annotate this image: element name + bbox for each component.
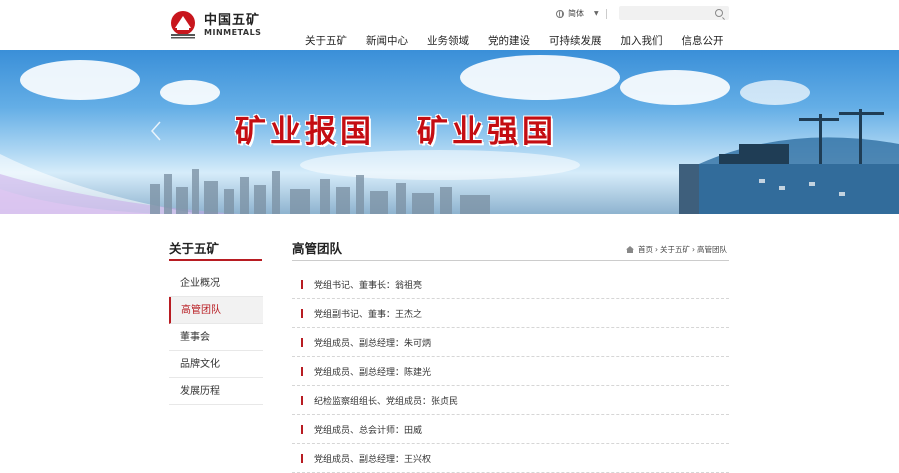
language-label: 简体 (568, 9, 584, 18)
nav-careers[interactable]: 加入我们 (621, 33, 663, 48)
executive-title: 党组成员、总会计师：田威 (314, 425, 423, 436)
list-bullet (301, 308, 303, 318)
list-bullet (301, 279, 303, 289)
executive-title: 党组成员、副总经理：王兴权 (314, 454, 432, 465)
executive-title: 党组副书记、董事：王杰之 (314, 309, 423, 320)
hero-banner: 矿业报国 矿业强国 (0, 50, 899, 214)
list-bullet (301, 424, 303, 434)
breadcrumb-current: 高管团队 (697, 245, 727, 254)
sidebar-item-brand-culture[interactable]: 品牌文化 (169, 351, 263, 378)
chevron-down-icon: ▼ (594, 10, 599, 17)
header-divider (606, 9, 607, 19)
globe-icon (556, 9, 564, 18)
sidebar-item-board[interactable]: 董事会 (169, 324, 263, 351)
breadcrumb: 首页 › 关于五矿 › 高管团队 (626, 244, 727, 255)
slogan-left: 矿业报国 (235, 114, 375, 150)
sidebar-item-executive-team[interactable]: 高管团队 (169, 297, 263, 324)
list-bullet (301, 453, 303, 463)
list-item[interactable]: 党组成员、副总经理：王兴权 (292, 444, 729, 473)
list-item[interactable]: 纪检监察组组长、党组成员：张贞民 (292, 386, 729, 415)
list-bullet (301, 366, 303, 376)
list-item[interactable]: 党组成员、总会计师：田威 (292, 415, 729, 444)
breadcrumb-home[interactable]: 首页 (638, 244, 653, 255)
list-item[interactable]: 党组副书记、董事：王杰之 (292, 299, 729, 328)
list-item[interactable]: 党组成员、副总经理：朱可炳 (292, 328, 729, 357)
logo-chinese-text: 中国五矿 (204, 12, 261, 28)
sidebar-item-history[interactable]: 发展历程 (169, 378, 263, 405)
banner-port-scene (679, 109, 899, 214)
main-nav: 关于五矿 新闻中心 业务领域 党的建设 可持续发展 加入我们 信息公开 (305, 33, 724, 48)
nav-business[interactable]: 业务领域 (427, 33, 469, 48)
site-header: 中国五矿 MINMETALS 简体 ▼ 关于五矿 新闻中心 业务领域 党的建设 … (0, 0, 899, 50)
list-bullet (301, 337, 303, 347)
list-bullet (301, 395, 303, 405)
minmetals-logo[interactable]: 中国五矿 MINMETALS (168, 10, 261, 40)
executive-list: 党组书记、董事长：翁祖亮 党组副书记、董事：王杰之 党组成员、副总经理：朱可炳 … (292, 270, 729, 473)
slogan-right: 矿业强国 (417, 114, 557, 150)
banner-cloud (20, 60, 140, 100)
sidebar-title-underline (169, 259, 262, 261)
breadcrumb-separator: › (655, 245, 658, 254)
search-input[interactable] (619, 11, 717, 26)
banner-cloud (620, 70, 730, 105)
banner-cloud (160, 80, 220, 105)
nav-news[interactable]: 新闻中心 (366, 33, 408, 48)
minmetals-emblem-icon (171, 11, 195, 39)
logo-english-text: MINMETALS (204, 27, 262, 37)
nav-about[interactable]: 关于五矿 (305, 33, 347, 48)
nav-disclosure[interactable]: 信息公开 (682, 33, 724, 48)
sidebar-menu: 企业概况 高管团队 董事会 品牌文化 发展历程 (169, 270, 263, 405)
sidebar-title: 关于五矿 (169, 241, 220, 256)
executive-title: 党组成员、副总经理：陈建光 (314, 367, 432, 378)
executive-title: 党组书记、董事长：翁祖亮 (314, 280, 423, 291)
executive-title: 纪检监察组组长、党组成员：张贞民 (314, 396, 459, 407)
banner-cloud (740, 80, 810, 105)
breadcrumb-separator: › (692, 245, 695, 254)
title-divider (292, 260, 729, 261)
nav-party-building[interactable]: 党的建设 (488, 33, 530, 48)
banner-city-skyline (150, 169, 490, 214)
search-icon[interactable] (715, 9, 723, 17)
language-selector[interactable]: 简体 ▼ (556, 8, 599, 19)
banner-cloud (460, 55, 620, 100)
list-item[interactable]: 党组书记、董事长：翁祖亮 (292, 270, 729, 299)
list-item[interactable]: 党组成员、副总经理：陈建光 (292, 357, 729, 386)
page-title: 高管团队 (292, 241, 343, 256)
sidebar-item-company-overview[interactable]: 企业概况 (169, 270, 263, 297)
search-box (619, 6, 729, 26)
executive-title: 党组成员、副总经理：朱可炳 (314, 338, 432, 349)
home-icon (626, 246, 634, 253)
banner-slogan: 矿业报国 矿业强国 (235, 106, 557, 151)
nav-sustainability[interactable]: 可持续发展 (549, 33, 602, 48)
banner-prev-arrow-icon[interactable] (150, 120, 162, 142)
breadcrumb-about[interactable]: 关于五矿 (660, 244, 690, 255)
